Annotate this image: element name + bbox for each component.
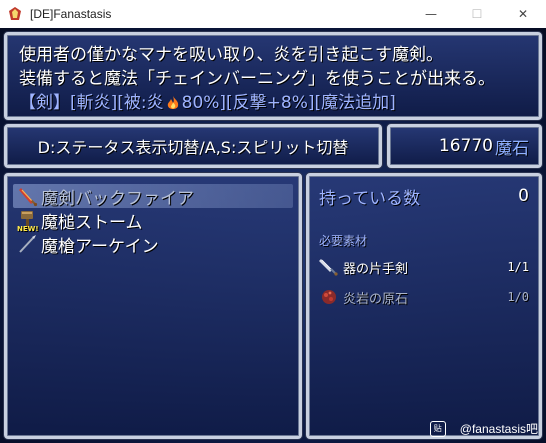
material-name: 炎岩の原石 bbox=[343, 291, 409, 307]
watermark-text: @fanastasis吧 bbox=[459, 422, 538, 436]
sword-icon bbox=[319, 259, 338, 276]
hammer-icon-wrap: NEW! bbox=[17, 209, 39, 233]
item-tags: 【剣】[斬炎][被:炎 80%][反撃+8%][魔法追加] bbox=[19, 91, 527, 115]
app-icon bbox=[9, 7, 21, 20]
required-materials-header: 必要素材 bbox=[319, 234, 368, 248]
material-count: 1/0 bbox=[507, 290, 529, 304]
controls-hint-text: D:ステータス表示切替/A,S:スピリット切替 bbox=[37, 138, 349, 157]
material-count: 1/1 bbox=[507, 260, 529, 274]
material-name: 器の片手剣 bbox=[343, 261, 409, 277]
owned-count: 0 bbox=[518, 186, 529, 206]
tags-before-icon: 【剣】[斬炎][被:炎 bbox=[19, 93, 164, 113]
currency-window: 16770 魔石 bbox=[387, 124, 542, 168]
ore-icon bbox=[322, 290, 336, 304]
list-item-backfire[interactable]: 魔剣バックファイア bbox=[13, 184, 293, 209]
flame-sword-icon bbox=[19, 188, 38, 207]
tags-after-icon: 80%][反撃+8%][魔法追加] bbox=[181, 93, 396, 113]
minimize-button[interactable]: — bbox=[408, 0, 454, 28]
list-item-storm[interactable]: NEW! 魔槌ストーム bbox=[13, 208, 293, 233]
item-name: 魔剣バックファイア bbox=[41, 188, 194, 209]
currency-amount: 16770 bbox=[438, 136, 493, 156]
item-name: 魔槌ストーム bbox=[41, 212, 143, 233]
description-line-1: 使用者の僅かなマナを吸い取り、炎を引き起こす魔剣。 bbox=[19, 45, 443, 65]
description-window: 使用者の僅かなマナを吸い取り、炎を引き起こす魔剣。 装備すると魔法「チェインバー… bbox=[4, 32, 542, 120]
game-canvas[interactable]: 使用者の僅かなマナを吸い取り、炎を引き起こす魔剣。 装備すると魔法「チェインバー… bbox=[0, 28, 546, 443]
controls-hint-window: D:ステータス表示切替/A,S:スピリット切替 bbox=[4, 124, 382, 168]
window-title: [DE]Fanastasis bbox=[30, 7, 112, 21]
spear-icon bbox=[19, 235, 36, 253]
close-button[interactable]: ✕ bbox=[500, 0, 546, 28]
currency-unit: 魔石 bbox=[495, 138, 529, 159]
item-name: 魔槍アーケイン bbox=[41, 236, 159, 257]
owned-count-row: 持っている数 0 bbox=[319, 184, 529, 209]
description-line-2: 装備すると魔法「チェインバーニング」を使うことが出来る。 bbox=[19, 69, 495, 89]
item-detail-window: 持っている数 0 必要素材 器の片手剣 1/1 炎岩の原石 1/0 bbox=[306, 173, 542, 439]
title-bar: [DE]Fanastasis — ☐ ✕ bbox=[0, 0, 546, 29]
window-controls: — ☐ ✕ bbox=[408, 0, 546, 28]
material-row: 炎岩の原石 1/0 bbox=[319, 285, 529, 309]
tieba-logo-icon: 贴 bbox=[429, 420, 446, 437]
owned-label: 持っている数 bbox=[319, 188, 421, 209]
craftable-item-list: 魔剣バックファイア NEW! 魔槌ストーム 魔槍アーケイン bbox=[4, 173, 302, 439]
material-row: 器の片手剣 1/1 bbox=[319, 255, 529, 279]
fire-element-icon bbox=[167, 96, 178, 109]
list-item-arcane[interactable]: 魔槍アーケイン bbox=[13, 232, 293, 257]
watermark: 贴 @fanastasis吧 bbox=[429, 420, 538, 437]
maximize-button[interactable]: ☐ bbox=[454, 0, 500, 28]
